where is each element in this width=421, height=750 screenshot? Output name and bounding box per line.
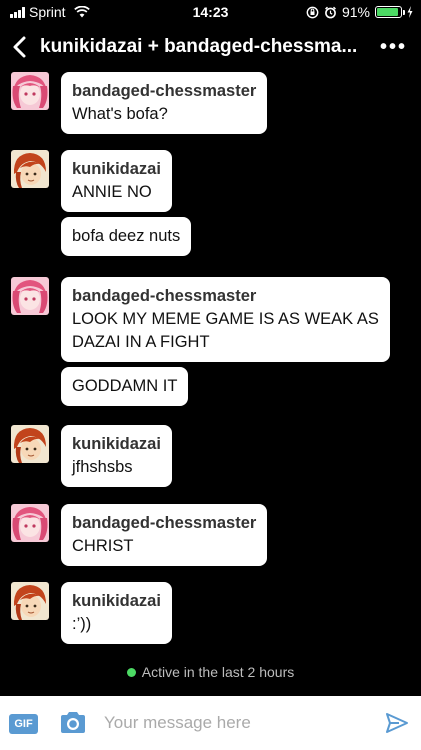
gif-button[interactable]: GIF: [9, 714, 38, 734]
conversation-title[interactable]: kunikidazai + bandaged-chessma...: [40, 36, 365, 58]
more-options-icon[interactable]: •••: [380, 36, 407, 59]
message-bubble[interactable]: bandaged-chessmaster LOOK MY MEME GAME I…: [61, 277, 390, 362]
message-bubble[interactable]: bandaged-chessmaster CHRIST: [61, 504, 268, 566]
compose-bar: GIF: [0, 696, 421, 750]
charging-icon: [407, 6, 413, 18]
battery-icon: [375, 6, 405, 18]
redhead-avatar[interactable]: [11, 150, 49, 188]
camera-icon[interactable]: [58, 710, 88, 736]
rotation-lock-icon: [306, 6, 319, 18]
status-bar: Sprint 14:23 91%: [0, 0, 421, 24]
sender-name: bandaged-chessmaster: [72, 287, 257, 305]
sender-name: kunikidazai: [72, 592, 161, 610]
back-chevron-icon[interactable]: [8, 34, 32, 60]
message-text: jfhshsbs: [72, 458, 133, 476]
message-text: GODDAMN IT: [72, 377, 178, 395]
redhead-avatar[interactable]: [11, 425, 49, 463]
sender-name: bandaged-chessmaster: [72, 514, 257, 532]
message-bubble[interactable]: kunikidazai :’)): [61, 582, 172, 644]
message-text: DAZAI IN A FIGHT: [72, 333, 210, 351]
pink-hair-avatar[interactable]: [11, 504, 49, 542]
message-text: CHRIST: [72, 537, 134, 555]
message-text: bofa deez nuts: [72, 227, 181, 245]
message-input[interactable]: [104, 710, 374, 736]
redhead-avatar[interactable]: [11, 582, 49, 620]
message-bubble[interactable]: bofa deez nuts: [61, 217, 192, 256]
message-bubble[interactable]: kunikidazai jfhshsbs: [61, 425, 172, 487]
alarm-icon: [325, 6, 336, 18]
message-text: LOOK MY MEME GAME IS AS WEAK AS: [72, 310, 379, 328]
message-text: What's bofa?: [72, 105, 168, 123]
sender-name: kunikidazai: [72, 435, 161, 453]
sender-name: kunikidazai: [72, 160, 161, 178]
status-right: 91%: [306, 4, 413, 20]
message-text: ANNIE NO: [72, 183, 152, 201]
conversation-header: kunikidazai + bandaged-chessma... •••: [0, 26, 421, 68]
online-dot-icon: [126, 668, 136, 677]
battery-fill: [377, 8, 398, 16]
message-bubble[interactable]: kunikidazai ANNIE NO: [61, 150, 172, 212]
sender-name: bandaged-chessmaster: [72, 82, 257, 100]
message-bubble[interactable]: GODDAMN IT: [61, 367, 189, 406]
pink-hair-avatar[interactable]: [11, 72, 49, 110]
active-status: Active in the last 2 hours: [0, 664, 421, 680]
pink-hair-avatar[interactable]: [11, 277, 49, 315]
message-text: :’)): [72, 615, 92, 633]
active-status-text: Active in the last 2 hours: [141, 664, 295, 680]
send-icon[interactable]: [385, 711, 409, 735]
message-bubble[interactable]: bandaged-chessmaster What's bofa?: [61, 72, 268, 134]
battery-percent: 91%: [341, 4, 370, 20]
